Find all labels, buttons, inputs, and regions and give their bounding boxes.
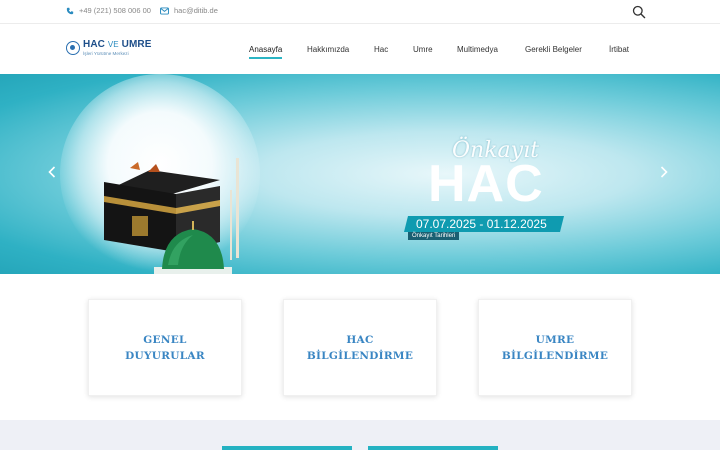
card-label: GENEL DUYURULAR — [125, 332, 205, 364]
nav-item-gerekli-belgeler[interactable]: Gerekli Belgeler — [525, 45, 582, 54]
search-button[interactable] — [632, 5, 646, 19]
nav-item-multimedya[interactable]: Multimedya — [457, 45, 498, 54]
nav-item-anasayfa[interactable]: Anasayfa — [249, 45, 283, 59]
info-cards-section: GENEL DUYURULAR HAC BİLGİLENDİRME UMRE B… — [0, 274, 720, 420]
card-label: HAC BİLGİLENDİRME — [307, 332, 413, 364]
chevron-left-icon — [48, 166, 56, 178]
slide-title: HAC — [428, 155, 544, 213]
card-label-line2: BİLGİLENDİRME — [306, 349, 414, 362]
envelope-icon — [160, 6, 169, 15]
top-info-bar: +49 (221) 508 006 00 hac@ditib.de — [0, 0, 720, 24]
hero-slider: Önkayıt HAC 07.07.2025 - 01.12.2025 Önka… — [0, 74, 720, 274]
slider-next-button[interactable] — [660, 166, 668, 181]
card-label-line2: DUYURULAR — [125, 349, 205, 362]
card-label-line1: GENEL — [143, 333, 187, 346]
nav-item-umre[interactable]: Umre — [413, 45, 433, 54]
phone-number: +49 (221) 508 006 00 — [79, 6, 151, 15]
phone-contact[interactable]: +49 (221) 508 006 00 — [66, 6, 151, 15]
nav-item-hakkimizda[interactable]: Hakkımızda — [307, 45, 349, 54]
search-icon — [632, 5, 646, 19]
minaret-graphic — [236, 158, 239, 258]
chevron-right-icon — [660, 166, 668, 178]
email-address: hac@ditib.de — [174, 6, 218, 15]
card-label: UMRE BİLGİLENDİRME — [502, 332, 608, 364]
card-umre-bilgilendirme[interactable]: UMRE BİLGİLENDİRME — [478, 299, 632, 396]
card-hac-bilgilendirme[interactable]: HAC BİLGİLENDİRME — [283, 299, 437, 396]
card-label-line1: HAC — [346, 333, 374, 346]
email-contact[interactable]: hac@ditib.de — [160, 6, 218, 15]
slider-prev-button[interactable] — [48, 166, 56, 181]
card-label-line1: UMRE — [535, 333, 575, 346]
green-dome-graphic — [154, 221, 232, 274]
card-label-line2: BİLGİLENDİRME — [501, 349, 609, 362]
nav-item-irtibat[interactable]: İrtibat — [609, 45, 629, 54]
section-tab-button[interactable] — [222, 446, 352, 450]
phone-icon — [66, 7, 74, 14]
slide-date-caption: Önkayıt Tarihleri — [408, 232, 460, 240]
nav-item-hac[interactable]: Hac — [374, 45, 388, 54]
leaves-top-graphic — [130, 162, 160, 172]
minaret-small-graphic — [230, 190, 232, 260]
bottom-section — [0, 420, 720, 450]
section-tab-button[interactable] — [368, 446, 498, 450]
card-genel-duyurular[interactable]: GENEL DUYURULAR — [88, 299, 242, 396]
main-nav: Anasayfa Hakkımızda Hac Umre Multimedya … — [0, 45, 720, 59]
slide-dates: 07.07.2025 - 01.12.2025 — [416, 217, 547, 231]
site-header: HAC VE UMRE İşleri Yürütme Merkezi Anasa… — [0, 24, 720, 74]
